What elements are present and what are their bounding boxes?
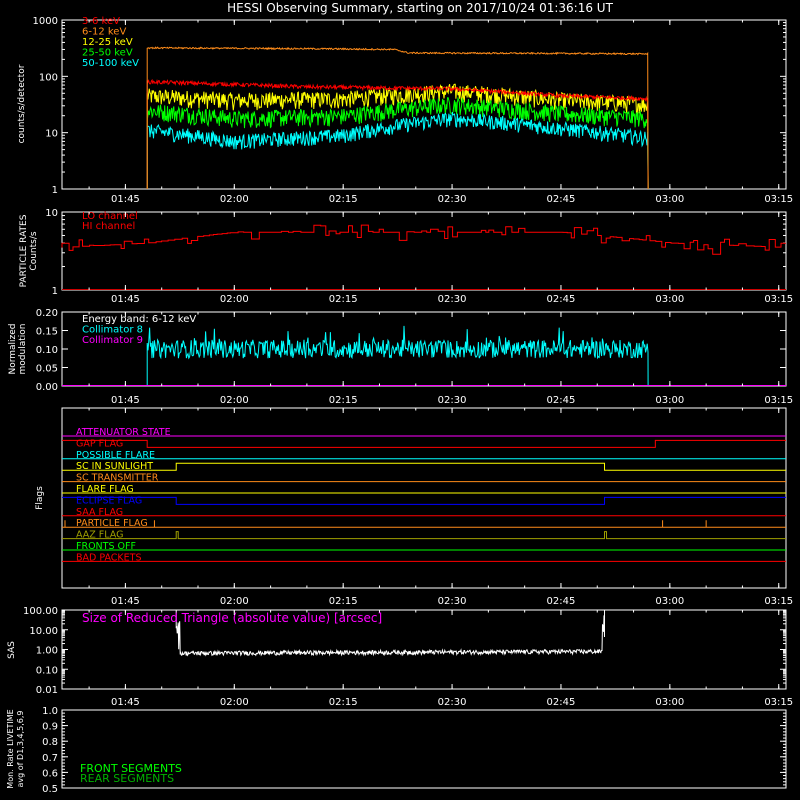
x-tick-label: 02:15 [329, 697, 358, 708]
sas-ylabel: SAS [7, 641, 17, 659]
x-tick-label: 02:30 [438, 596, 467, 607]
y-tick-label: 0.6 [42, 768, 58, 779]
y-tick-label: 1000 [33, 16, 58, 27]
y-tick-label: 100.00 [23, 606, 58, 617]
x-tick-label: 01:45 [111, 395, 140, 406]
y-tick-label: 1.00 [36, 646, 58, 657]
x-tick-label: 02:45 [547, 194, 576, 205]
hessi-summary-chart: HESSI Observing Summary, starting on 201… [0, 0, 800, 800]
modulation-ylabel-2: modulation [18, 324, 28, 375]
y-tick-label: 0.01 [36, 685, 58, 696]
y-tick-label: 1.0 [42, 706, 58, 717]
x-tick-label: 02:00 [220, 194, 249, 205]
legend-entry: 6-12 keV [82, 27, 126, 38]
x-tick-label: 02:00 [220, 596, 249, 607]
x-tick-label: 01:45 [111, 596, 140, 607]
x-tick-label: 02:15 [329, 395, 358, 406]
y-tick-label: 0.5 [42, 784, 58, 795]
x-tick-label: 02:00 [220, 395, 249, 406]
legend-entry: HI channel [82, 221, 135, 232]
y-tick-label: 0.00 [36, 382, 58, 393]
x-tick-label: 03:00 [655, 596, 684, 607]
x-tick-label: 03:00 [655, 395, 684, 406]
x-tick-label: 02:45 [547, 294, 576, 305]
x-tick-label: 02:45 [547, 697, 576, 708]
flags-ylabel: Flags [35, 486, 45, 510]
y-tick-label: 10.00 [29, 626, 58, 637]
y-tick-label: 1 [52, 286, 58, 297]
legend-entry: 50-100 keV [82, 58, 139, 69]
legend-entry: Collimator 9 [82, 335, 143, 346]
livetime-ylabel-1: Mon. Rate LIVETIME [6, 709, 15, 788]
particle-legend: LO channelHI channel [82, 211, 138, 232]
x-tick-label: 03:15 [764, 697, 793, 708]
chart-title: HESSI Observing Summary, starting on 201… [227, 1, 613, 15]
x-tick-label: 01:45 [111, 194, 140, 205]
y-tick-label: 0.9 [42, 722, 58, 733]
x-tick-label: 01:45 [111, 697, 140, 708]
x-tick-label: 02:00 [220, 294, 249, 305]
x-tick-label: 01:45 [111, 294, 140, 305]
modulation-ylabel-1: Normalized [8, 323, 18, 374]
y-tick-label: 0.15 [36, 327, 58, 338]
legend-entry: Energy band: 6-12 keV [82, 314, 196, 325]
x-tick-label: 03:00 [655, 697, 684, 708]
livetime-ylabel-2: avg of D1,3,4,5,6,9 [16, 711, 25, 788]
rates-ylabel: counts/s/detector [17, 64, 27, 143]
x-tick-label: 02:30 [438, 194, 467, 205]
y-tick-label: 100 [39, 72, 58, 83]
x-tick-label: 03:15 [764, 395, 793, 406]
y-tick-label: 10 [45, 129, 58, 140]
x-tick-label: 03:15 [764, 294, 793, 305]
legend-entry: REAR SEGMENTS [80, 772, 174, 785]
x-tick-label: 02:15 [329, 194, 358, 205]
livetime-legend: FRONT SEGMENTSREAR SEGMENTS [80, 762, 182, 785]
x-tick-label: 03:15 [764, 596, 793, 607]
x-tick-label: 03:15 [764, 194, 793, 205]
y-tick-label: 0.05 [36, 364, 58, 375]
x-tick-label: 02:45 [547, 395, 576, 406]
x-tick-label: 02:45 [547, 596, 576, 607]
y-tick-label: 1 [52, 185, 58, 196]
x-tick-label: 02:30 [438, 395, 467, 406]
x-tick-label: 02:15 [329, 596, 358, 607]
y-tick-label: 0.10 [36, 665, 58, 676]
x-tick-label: 02:15 [329, 294, 358, 305]
particle-ylabel-1: PARTICLE RATES [19, 214, 29, 287]
legend-entry: 12-25 keV [82, 37, 133, 48]
legend-entry: 3-6 keV [82, 16, 120, 27]
legend-entry: Collimator 8 [82, 325, 143, 336]
y-tick-label: 0.8 [42, 737, 58, 748]
legend-entry: 25-50 keV [82, 48, 133, 59]
sas-annotation: Size of Reduced Triangle (absolute value… [82, 611, 382, 625]
x-tick-label: 02:00 [220, 697, 249, 708]
x-tick-label: 03:00 [655, 194, 684, 205]
y-tick-label: 0.20 [36, 308, 58, 319]
x-tick-label: 02:30 [438, 697, 467, 708]
y-tick-label: 0.7 [42, 753, 58, 764]
y-tick-label: 10 [45, 208, 58, 219]
particle-ylabel-2: Counts/s [29, 231, 39, 270]
y-tick-label: 0.10 [36, 345, 58, 356]
x-tick-label: 02:30 [438, 294, 467, 305]
x-tick-label: 03:00 [655, 294, 684, 305]
